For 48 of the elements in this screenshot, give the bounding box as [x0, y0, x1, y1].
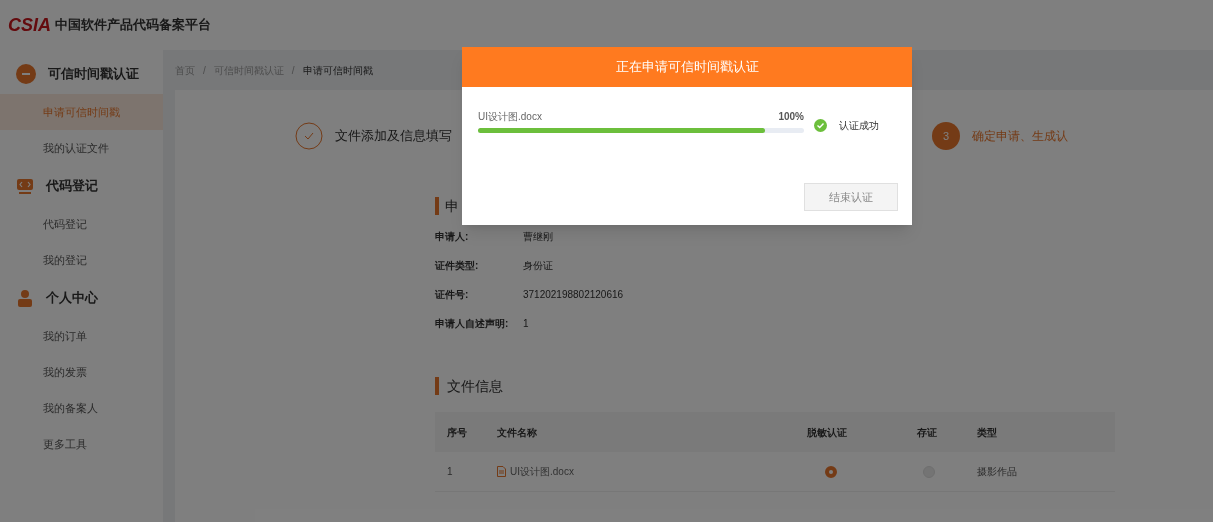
table-cell-text: 摄影作品 [976, 465, 1017, 479]
sidebar-item[interactable]: 我的认证文件 [0, 130, 163, 166]
section-heading: 文件信息 [447, 376, 503, 396]
field-value: 曹继刚 [523, 230, 553, 244]
end-button[interactable]: 结束认证 [804, 183, 898, 211]
sidebar-item[interactable]: 我的登记 [0, 242, 163, 278]
sidebar-item[interactable]: 申请可信时间戳 [0, 94, 163, 130]
breadcrumb-separator: / [291, 63, 295, 78]
badge-icon [16, 64, 36, 84]
status-text: 认证成功 [839, 118, 879, 133]
person-icon [16, 289, 34, 307]
field-label: 证件类型: [435, 259, 480, 273]
table-cell-text: 1 [446, 465, 454, 479]
sidebar-item[interactable]: 我的备案人 [0, 390, 163, 426]
sidebar-group-title[interactable]: 代码登记 [46, 176, 98, 196]
field-value: 身份证 [523, 259, 553, 273]
field-value: 371202198802120616 [523, 288, 624, 302]
field-value: 1 [523, 317, 529, 331]
column-header: 脱敏认证 [806, 425, 848, 440]
column-header: 文件名称 [496, 425, 538, 440]
field-label: 证件号: [435, 288, 470, 302]
file-link[interactable]: UI设计图.docx [510, 464, 574, 479]
sidebar-item[interactable]: 我的订单 [0, 318, 163, 354]
sidebar-group-title[interactable]: 可信时间戳认证 [48, 64, 139, 84]
progress-percent: 100% [778, 110, 804, 124]
logo: CSIA [8, 13, 51, 37]
breadcrumb-link[interactable]: 申请可信时间戳 [302, 62, 373, 78]
site-title: 中国软件产品代码备案平台 [55, 16, 211, 35]
sidebar-item[interactable]: 更多工具 [0, 426, 163, 462]
column-header: 类型 [976, 425, 997, 440]
field-label: 申请人: [435, 230, 470, 244]
sidebar-item[interactable]: 我的发票 [0, 354, 163, 390]
column-header: 存证 [916, 425, 938, 440]
radio-button[interactable] [825, 465, 837, 478]
column-header: 序号 [446, 425, 468, 440]
breadcrumb-separator: / [203, 63, 206, 78]
step-number: 3 [932, 122, 960, 150]
document-icon [497, 466, 506, 477]
sidebar-group-title[interactable]: 个人中心 [46, 288, 98, 308]
file-name: UI设计图.docx [478, 110, 542, 124]
code-icon [16, 177, 34, 195]
field-label: 申请人自述声明: [435, 317, 510, 331]
section-heading: 申 [445, 196, 459, 216]
check-circle-icon [814, 118, 827, 132]
step-label: 确定申请、生成认 [972, 128, 1068, 145]
step-label: 文件添加及信息填写 [335, 127, 452, 146]
sidebar-item[interactable]: 代码登记 [0, 206, 163, 242]
modal-title: 正在申请可信时间戳认证 [615, 58, 759, 77]
